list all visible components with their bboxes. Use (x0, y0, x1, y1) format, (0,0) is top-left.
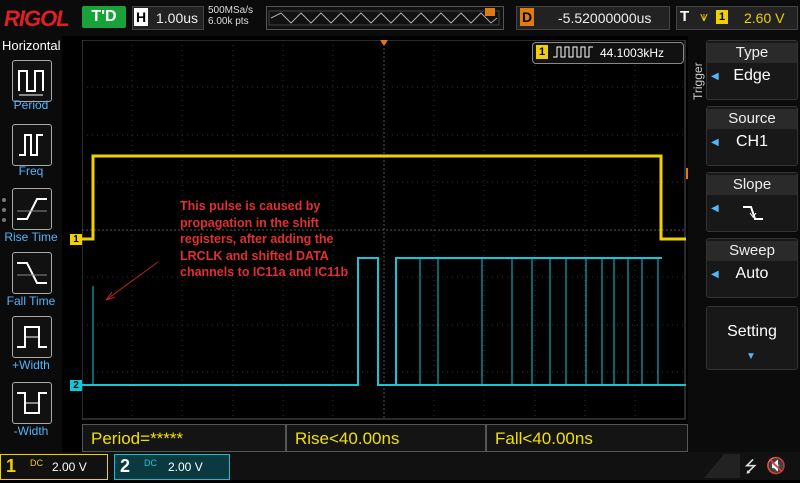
sidebar-title: Horizontal (2, 38, 61, 53)
trigger-source-title: Source (707, 109, 797, 129)
measurement-rise[interactable]: Rise<40.00ns (286, 424, 486, 452)
usb-icon: ⭍ (744, 459, 758, 476)
measurement-period[interactable]: Period=***** (82, 424, 286, 452)
trigger-source-button[interactable]: Source ◀ CH1 (706, 106, 798, 166)
ch2-scale: 2.00 V (168, 460, 203, 474)
ch2-number: 2 (120, 456, 131, 476)
positive-width-button[interactable] (12, 316, 52, 358)
rise-time-label: Rise Time (4, 230, 58, 244)
submenu-arrow-icon: ▼ (746, 351, 756, 362)
sample-rate-info: 500MSa/s 6.00k pts (208, 5, 253, 27)
ch2-coupling: DC (144, 458, 157, 468)
period-label: Period (13, 98, 49, 112)
positive-width-label: +Width (12, 358, 50, 372)
rising-edge-icon (743, 206, 763, 220)
square-wave-icon (553, 46, 593, 58)
timebase-value: 1.00us (156, 10, 199, 26)
negative-width-icon (17, 392, 47, 414)
delay-letter: D (520, 8, 534, 26)
trigger-type-value: Edge (733, 67, 771, 84)
frequency-icon (19, 134, 43, 156)
memory-overview-waveform (268, 8, 500, 26)
counter-value: 44.1003kHz (600, 46, 665, 60)
trigger-sweep-value: Auto (735, 265, 769, 282)
trigger-type-title: Type (707, 43, 797, 63)
brand-logo: RIGOL (4, 6, 70, 31)
measurement-fall[interactable]: Fall<40.00ns (486, 424, 688, 452)
trigger-setting-title: Setting (727, 323, 777, 340)
trigger-setting-button[interactable]: Setting ▼ (706, 306, 798, 370)
ch1-offset-marker[interactable]: 1 (70, 234, 82, 245)
menu-corner-icon (704, 454, 740, 478)
waveform-grid (81, 39, 686, 420)
ch1-scale: 2.00 V (52, 460, 87, 474)
counter-channel-badge: 1 (536, 45, 548, 59)
trigger-type-button[interactable]: Type ◀ Edge (706, 40, 798, 100)
negative-width-label: -Width (13, 424, 49, 438)
rise-time-button[interactable] (12, 188, 52, 230)
delay-value: -5.52000000us (558, 10, 652, 26)
memory-overview-strip[interactable] (266, 6, 504, 30)
fall-time-button[interactable] (12, 252, 52, 294)
trigger-slope-button[interactable]: Slope ◀ (706, 172, 798, 232)
run-status-badge[interactable]: T'D (82, 6, 126, 28)
page-indicator-dot (2, 218, 6, 222)
trigger-source-value: CH1 (735, 133, 768, 150)
negative-width-button[interactable] (12, 382, 52, 424)
period-measure-button[interactable] (12, 60, 52, 102)
fall-time-label: Fall Time (6, 294, 56, 308)
page-indicator-dot (2, 208, 6, 212)
waveform-display[interactable] (81, 39, 686, 420)
trigger-letter: T (680, 8, 690, 25)
trigger-position-icon (485, 8, 495, 16)
period-icon (18, 70, 44, 96)
trigger-slope-title: Slope (707, 175, 797, 195)
ch2-offset-marker[interactable]: 2 (70, 380, 82, 391)
rise-time-icon (17, 198, 47, 220)
rising-edge-icon: ⩛ (700, 8, 708, 24)
freq-label: Freq (18, 164, 44, 178)
trigger-level: 2.60 V (744, 10, 785, 26)
menu-arrow-icon: ◀ (711, 203, 719, 214)
sample-rate: 500MSa/s (208, 5, 254, 16)
fall-time-icon (17, 262, 47, 284)
page-indicator-dot (2, 198, 6, 202)
positive-width-icon (17, 326, 47, 348)
horizontal-letter: H (134, 8, 148, 26)
memory-depth: 6.00k pts (208, 16, 249, 27)
trigger-menu-title: Trigger (691, 62, 705, 100)
trigger-sweep-button[interactable]: Sweep ◀ Auto (706, 238, 798, 298)
ch1-number: 1 (6, 456, 17, 476)
mute-icon[interactable]: 🔇 (766, 456, 786, 476)
trigger-sweep-title: Sweep (707, 241, 797, 261)
trigger-source-badge: 1 (716, 10, 728, 24)
freq-measure-button[interactable] (12, 124, 52, 166)
annotation-text: This pulse is caused by propagation in t… (180, 199, 349, 279)
ch1-coupling: DC (30, 458, 43, 468)
